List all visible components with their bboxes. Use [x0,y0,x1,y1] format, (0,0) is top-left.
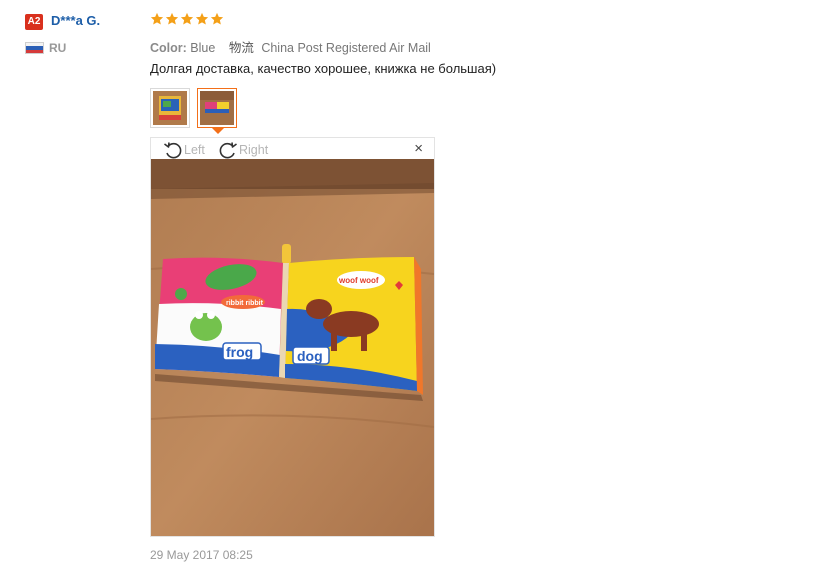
left-bubble-text: ribbit ribbit [226,300,264,307]
reviewer-country: RU [49,41,67,55]
order-attributes: Color: Blue 物流 China Post Registered Air… [150,37,441,56]
star-icon [210,12,224,25]
rotate-right-button[interactable]: Right [217,140,268,160]
user-level-badge: A2 [25,14,43,30]
selected-thumbnail-caret [212,128,224,134]
rotate-right-icon [219,142,237,159]
shipping-value: China Post Registered Air Mail [261,41,431,55]
star-icon [165,12,179,25]
star-icon [150,12,164,25]
color-value: Blue [190,41,216,55]
right-bubble-text: woof woof [338,276,379,285]
review-photo: ribbit ribbit frog woof woof dog [151,159,434,536]
left-page-word: frog [226,344,253,360]
viewer-toolbar: Left Right × [151,138,434,159]
review-date: 29 May 2017 08:25 [150,548,253,562]
photo-viewer: Left Right × ribbit ribbit frog woof woo… [150,137,435,537]
shipping-label: 物流 [228,41,254,55]
rotate-right-label: Right [239,143,269,157]
rating-stars [150,12,225,30]
review-photo-thumbnail-1[interactable] [150,88,190,128]
review-text: Долгая доставка, качество хорошее, книжк… [150,61,497,76]
review-photo-thumbnail-2[interactable] [197,88,237,128]
russia-flag-icon [25,42,44,54]
close-viewer-button[interactable]: × [414,141,423,157]
rotate-left-icon [164,142,182,159]
star-icon [195,12,209,25]
thumbnail-image [153,91,187,125]
thumbnail-image [200,91,234,125]
star-icon [180,12,194,25]
rotate-left-label: Left [184,143,205,157]
right-page-word: dog [297,348,323,364]
rotate-left-button[interactable]: Left [162,140,205,160]
reviewer-name: D***a G. [51,13,101,28]
color-label: Color: [150,41,187,55]
